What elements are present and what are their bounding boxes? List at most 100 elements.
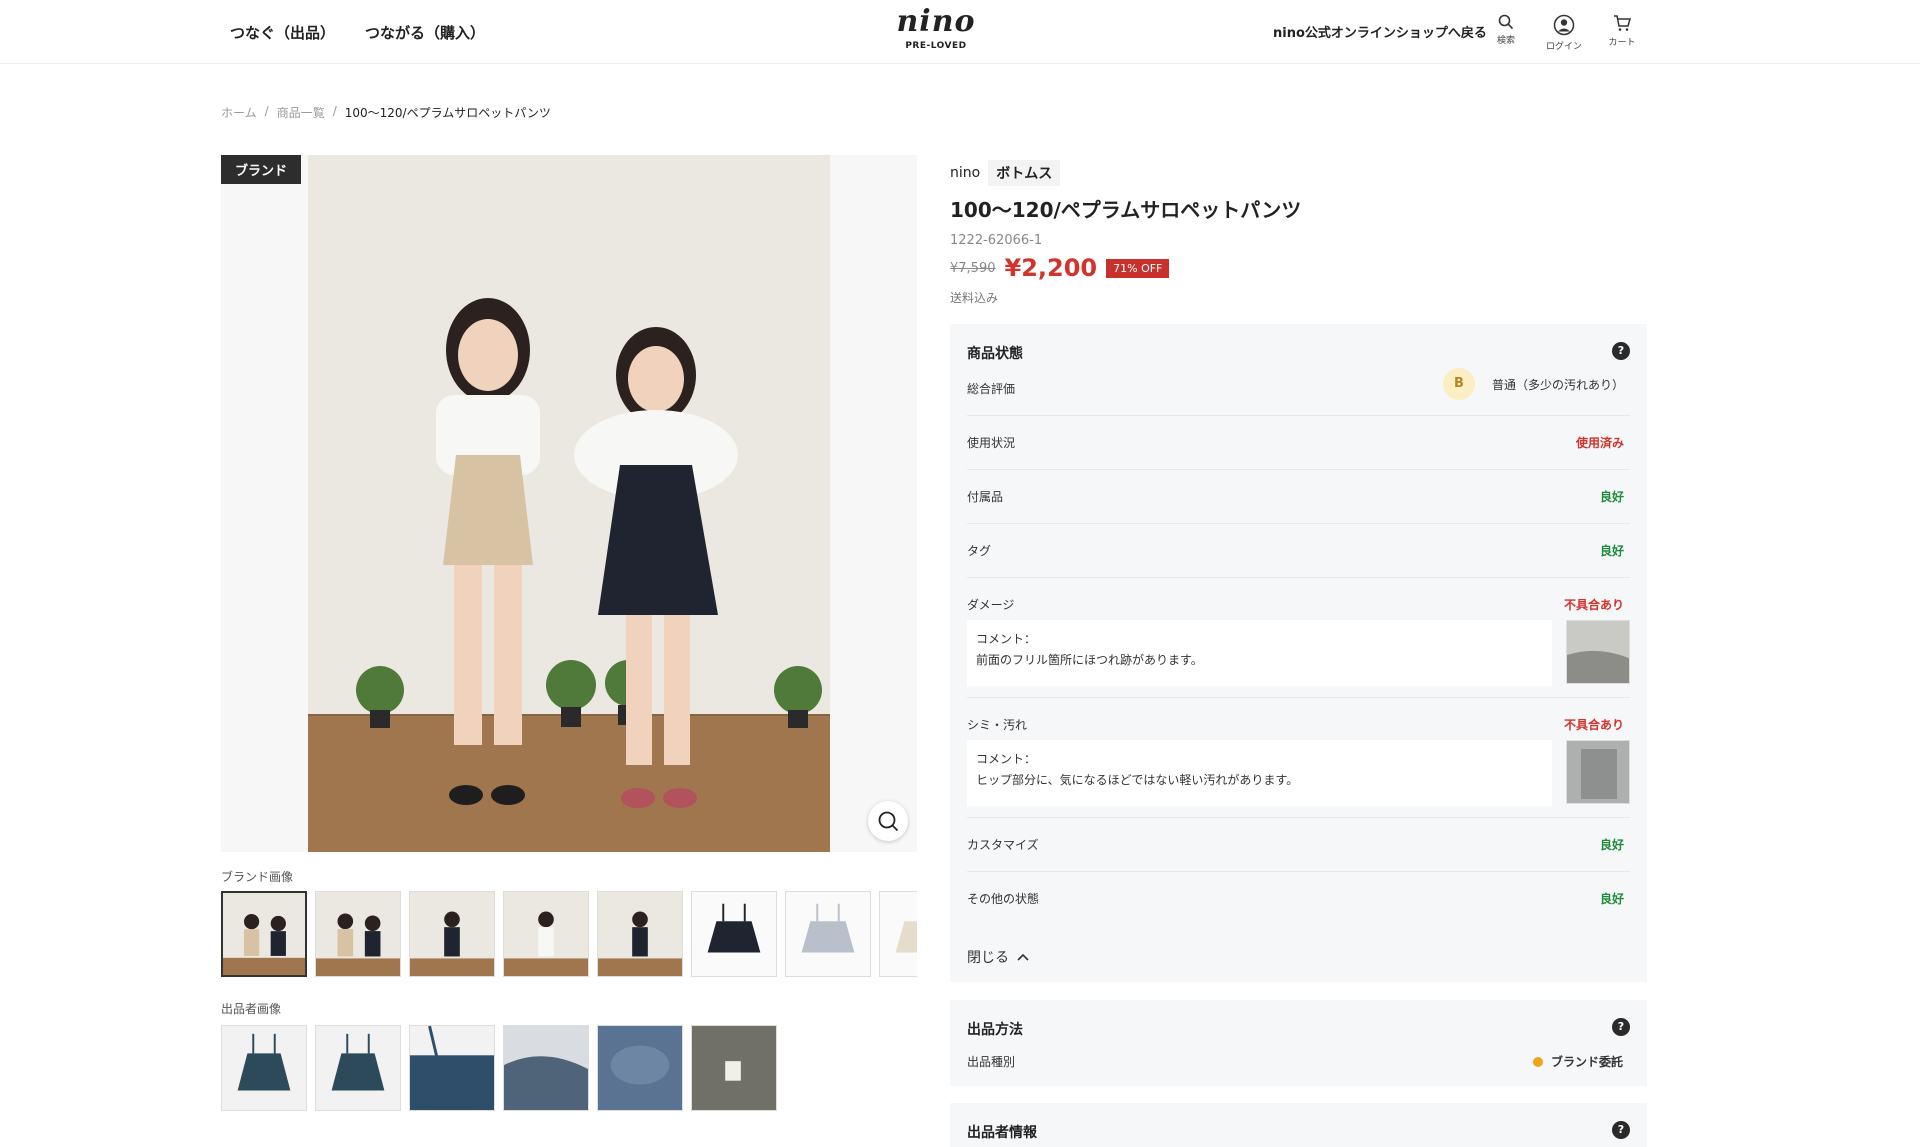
product-sku: 1222-62066-1 [950,233,1043,248]
collapse-button[interactable]: 閉じる [967,947,1029,967]
category-badge[interactable]: ボトムス [988,160,1061,186]
cart-label: カート [1608,38,1636,48]
condition-label: ダメージ [967,598,1015,612]
seller-help-icon[interactable]: ? [1612,1121,1630,1139]
main-product-image[interactable]: ブランド [221,155,917,852]
login-button[interactable]: ログイン [1544,14,1584,52]
nav-buy-link[interactable]: つながる（購入） [365,22,485,43]
condition-overall-row: 総合評価 B 普通（多少の汚れあり） [967,362,1630,416]
seller-thumbnail[interactable] [409,1025,495,1111]
sale-price: ¥2,200 [1004,254,1098,282]
overall-label: 総合評価 [967,382,1016,396]
cart-icon [1614,15,1631,31]
cart-button[interactable]: カート [1602,14,1642,48]
brand-thumbnail[interactable] [315,891,401,977]
brand-tag: ブランド [221,155,302,184]
condition-row-damage: ダメージ 不具合あり コメント： 前面のフリル箇所にほつれ跡があります。 [967,578,1630,698]
condition-title: 商品状態 [967,346,1023,362]
condition-value: 不具合あり [1563,718,1624,732]
header-nav: つなぐ（出品） つながる（購入） [230,22,485,43]
condition-row: 使用状況 使用済み [967,416,1630,470]
overall-text: 普通（多少の汚れあり） [1491,378,1624,392]
seller-thumbnail[interactable] [221,1025,307,1111]
condition-row-stain: シミ・汚れ 不具合あり コメント： ヒップ部分に、気になるほどではない軽い汚れが… [967,698,1630,818]
listing-method-panel: 出品方法 ? 出品種別 ブランド委託 [950,1000,1647,1086]
method-title: 出品方法 [967,1022,1023,1038]
seller-thumbnail[interactable] [503,1025,589,1111]
zoom-icon [878,811,899,832]
original-price: ¥7,590 [950,260,996,276]
condition-row: 付属品 良好 [967,470,1630,524]
status-dot-icon [1532,1056,1543,1067]
discount-badge: 71% OFF [1106,258,1170,278]
condition-value: 良好 [1599,892,1624,906]
condition-row: タグ 良好 [967,524,1630,578]
condition-panel: 商品状態 ? 総合評価 B 普通（多少の汚れあり） 使用状況 使用済み 付属品 … [950,324,1647,982]
search-icon [1498,14,1514,30]
logo-subtitle: PRE-LOVED [905,41,967,51]
condition-row: その他の状態 良好 [967,872,1630,926]
site-logo[interactable]: nino PRE-LOVED [884,4,988,52]
breadcrumb-list[interactable]: 商品一覧 [277,104,325,121]
breadcrumb-home[interactable]: ホーム [221,104,257,121]
method-type-value: ブランド委託 [1532,1053,1623,1070]
breadcrumb: ホーム / 商品一覧 / 100〜120/ペプラムサロペットパンツ [221,104,551,121]
condition-label: タグ [967,544,992,558]
shipping-note: 送料込み [950,291,999,305]
method-help-icon[interactable]: ? [1612,1018,1630,1036]
condition-value: 使用済み [1575,436,1624,450]
seller-thumbnail[interactable] [691,1025,777,1111]
breadcrumb-current: 100〜120/ペプラムサロペットパンツ [344,106,551,120]
damage-photo[interactable] [1566,620,1630,684]
condition-help-icon[interactable]: ? [1612,342,1630,360]
brand-thumbnail[interactable] [691,891,777,977]
seller-thumbnails [221,1025,917,1111]
site-header: つなぐ（出品） つながる（購入） nino PRE-LOVED nino公式オン… [0,0,1920,64]
stain-comment-text: ヒップ部分に、気になるほどではない軽い汚れがあります。 [976,773,1299,787]
seller-images-label: 出品者画像 [221,1002,282,1016]
price-row: ¥7,590 ¥2,200 71% OFF [950,254,1647,282]
product-photo [308,155,830,852]
condition-label: 使用状況 [967,436,1016,450]
damage-comment-box: コメント： 前面のフリル箇所にほつれ跡があります。 [967,620,1552,686]
brand-thumbnail[interactable] [409,891,495,977]
condition-value: 良好 [1599,838,1624,852]
comment-label: コメント： [976,632,1037,646]
condition-label: 付属品 [967,490,1004,504]
condition-value: 不具合あり [1563,598,1624,612]
damage-comment-text: 前面のフリル箇所にほつれ跡があります。 [976,653,1203,667]
breadcrumb-separator: / [264,104,269,118]
condition-label: カスタマイズ [967,838,1039,852]
search-label: 検索 [1496,36,1515,46]
collapse-label: 閉じる [967,950,1009,966]
brand-thumbnail[interactable] [221,891,307,977]
brand-thumbnail[interactable] [879,891,917,977]
brand-thumbnail[interactable] [503,891,589,977]
seller-title: 出品者情報 [967,1125,1037,1141]
stain-comment-box: コメント： ヒップ部分に、気になるほどではない軽い汚れがあります。 [967,740,1552,806]
brand-thumbnail[interactable] [785,891,871,977]
method-type-label: 出品種別 [967,1055,1016,1069]
logo-text: nino [896,4,976,39]
brand-thumbnails [221,891,917,977]
condition-label: シミ・汚れ [967,718,1028,732]
condition-label: その他の状態 [967,892,1040,906]
product-info: nino ボトムス 100〜120/ペプラムサロペットパンツ 1222-6206… [950,155,1647,306]
stain-photo[interactable] [1566,740,1630,804]
zoom-button[interactable] [868,801,908,841]
search-button[interactable]: 検索 [1486,14,1526,46]
condition-value: 良好 [1599,544,1624,558]
seller-thumbnail[interactable] [315,1025,401,1111]
seller-thumbnail[interactable] [597,1025,683,1111]
official-shop-link[interactable]: nino公式オンラインショップへ戻る [1273,22,1487,41]
seller-info-panel: 出品者情報 ? [950,1103,1647,1147]
user-icon [1553,14,1575,36]
brand-images-label: ブランド画像 [221,870,294,884]
nav-sell-link[interactable]: つなぐ（出品） [230,22,335,43]
brand-thumbnail[interactable] [597,891,683,977]
product-meta: nino ボトムス [950,160,1647,186]
product-title: 100〜120/ペプラムサロペットパンツ [950,198,1302,222]
brand-name[interactable]: nino [950,165,980,181]
breadcrumb-separator: / [332,104,337,118]
login-label: ログイン [1545,42,1582,52]
